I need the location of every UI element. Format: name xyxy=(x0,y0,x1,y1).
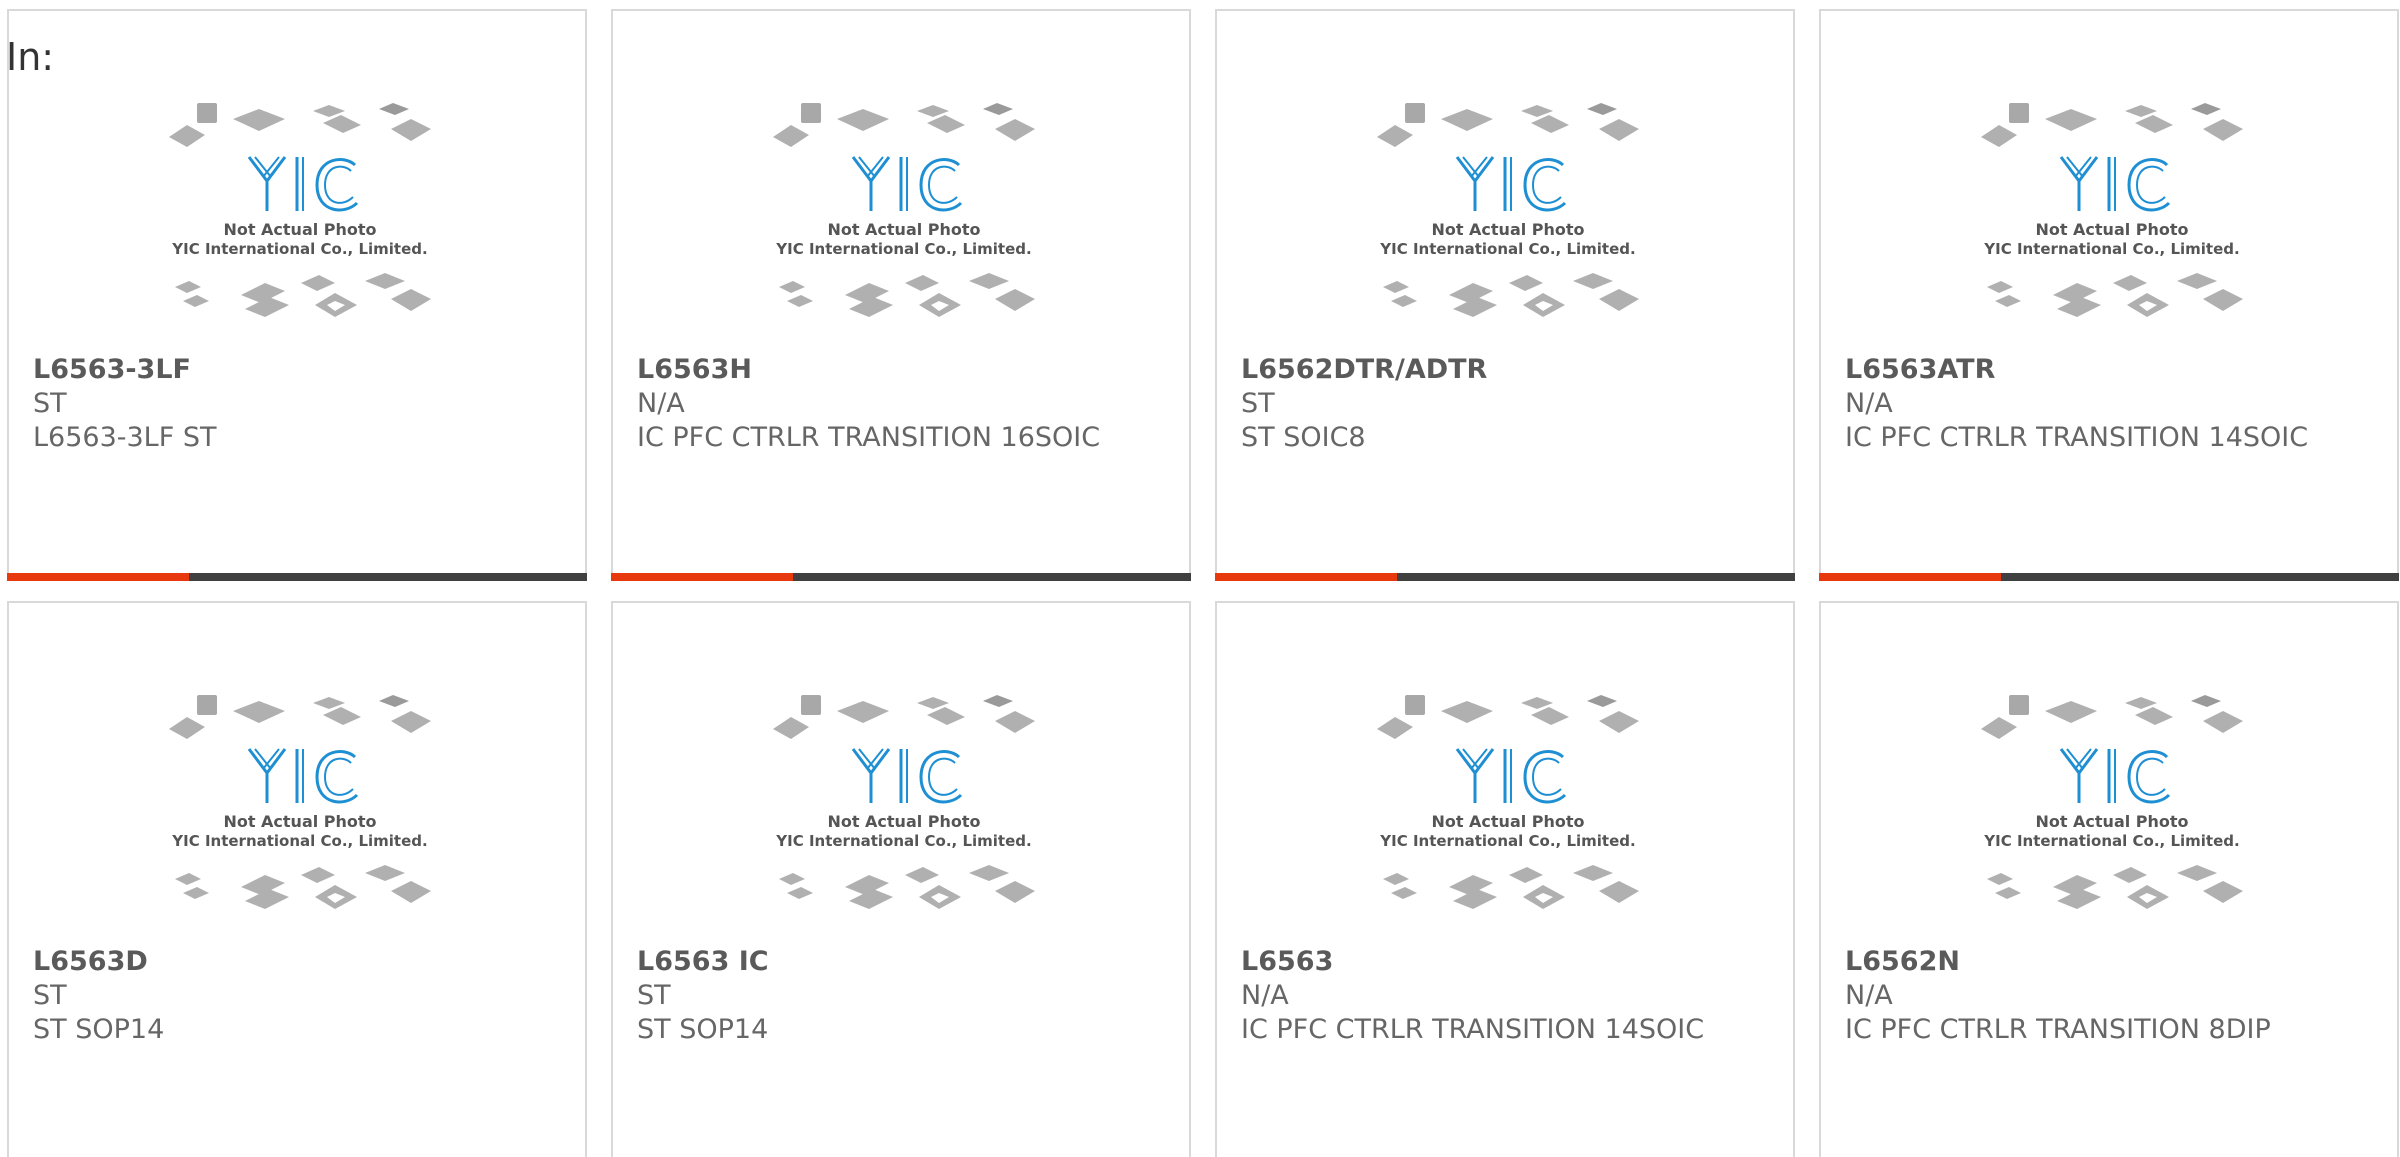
manufacturer: N/A xyxy=(1241,980,1289,1011)
chip-icons-bottom xyxy=(1383,865,1639,909)
product-info: L6563-3LF ST L6563-3LF ST xyxy=(33,353,553,455)
description: IC PFC CTRLR TRANSITION 16SOIC xyxy=(637,422,1101,453)
in-label: In: xyxy=(6,35,55,79)
product-card[interactable]: Not Actual Photo YIC International Co., … xyxy=(611,601,1191,1157)
product-info: L6563ATR N/A IC PFC CTRLR TRANSITION 14S… xyxy=(1845,353,2365,455)
chip-icons-bottom xyxy=(175,273,431,317)
product-card[interactable]: Not Actual Photo YIC International Co., … xyxy=(1819,601,2399,1157)
chip-icons-top xyxy=(1377,103,1639,147)
placeholder-line2: YIC International Co., Limited. xyxy=(1983,240,2239,258)
yic-logo-icon xyxy=(2059,748,2171,804)
yic-logo-icon xyxy=(851,156,963,212)
yic-logo-icon xyxy=(2059,156,2171,212)
manufacturer: ST xyxy=(1241,388,1275,419)
product-card[interactable]: Not Actual Photo YIC International Co., … xyxy=(1819,9,2399,581)
chip-icons-top xyxy=(773,695,1035,739)
chip-icons-top xyxy=(169,695,431,739)
placeholder-line2: YIC International Co., Limited. xyxy=(1379,832,1635,850)
product-card[interactable]: Not Actual Photo YIC International Co., … xyxy=(611,9,1191,581)
placeholder-line1: Not Actual Photo xyxy=(1431,220,1584,239)
placeholder-line1: Not Actual Photo xyxy=(223,812,376,831)
chip-icons-bottom xyxy=(779,865,1035,909)
part-number[interactable]: L6562DTR/ADTR xyxy=(1241,353,1761,387)
chip-icons-bottom xyxy=(1383,273,1639,317)
product-info: L6563H N/A IC PFC CTRLR TRANSITION 16SOI… xyxy=(637,353,1157,455)
yic-logo-icon xyxy=(1455,748,1567,804)
part-number[interactable]: L6563H xyxy=(637,353,1157,387)
part-number[interactable]: L6563D xyxy=(33,945,553,979)
yic-logo-icon xyxy=(1455,156,1567,212)
description: IC PFC CTRLR TRANSITION 14SOIC xyxy=(1241,1014,1705,1045)
description: L6563-3LF ST xyxy=(33,422,217,453)
product-info: L6563 N/A IC PFC CTRLR TRANSITION 14SOIC xyxy=(1241,945,1761,1047)
placeholder-image: Not Actual Photo YIC International Co., … xyxy=(169,695,431,909)
placeholder-line1: Not Actual Photo xyxy=(827,220,980,239)
placeholder-line1: Not Actual Photo xyxy=(223,220,376,239)
product-page: In: Not Actual Photo YIC International C… xyxy=(0,0,2400,1157)
placeholder-image: Not Actual Photo YIC International Co., … xyxy=(773,695,1035,909)
description: IC PFC CTRLR TRANSITION 14SOIC xyxy=(1845,422,2309,453)
description: ST SOP14 xyxy=(33,1014,165,1045)
placeholder-image: Not Actual Photo YIC International Co., … xyxy=(773,103,1035,317)
card-bottom-bar xyxy=(1215,573,1795,581)
placeholder-image: Not Actual Photo YIC International Co., … xyxy=(169,103,431,317)
placeholder-line2: YIC International Co., Limited. xyxy=(775,832,1031,850)
manufacturer: ST xyxy=(33,980,67,1011)
description: ST SOP14 xyxy=(637,1014,769,1045)
product-info: L6562N N/A IC PFC CTRLR TRANSITION 8DIP xyxy=(1845,945,2365,1047)
placeholder-line1: Not Actual Photo xyxy=(1431,812,1584,831)
product-info: L6562DTR/ADTR ST ST SOIC8 xyxy=(1241,353,1761,455)
chip-icons-top xyxy=(773,103,1035,147)
card-bottom-bar xyxy=(611,573,1191,581)
chip-icons-bottom xyxy=(1987,273,2243,317)
product-card[interactable]: Not Actual Photo YIC International Co., … xyxy=(7,601,587,1157)
placeholder-image: Not Actual Photo YIC International Co., … xyxy=(1981,103,2243,317)
chip-icons-top xyxy=(1981,695,2243,739)
part-number[interactable]: L6562N xyxy=(1845,945,2365,979)
card-bottom-bar xyxy=(7,573,587,581)
manufacturer: N/A xyxy=(637,388,685,419)
placeholder-line2: YIC International Co., Limited. xyxy=(775,240,1031,258)
placeholder-line1: Not Actual Photo xyxy=(827,812,980,831)
manufacturer: N/A xyxy=(1845,980,1893,1011)
placeholder-line2: YIC International Co., Limited. xyxy=(1379,240,1635,258)
part-number[interactable]: L6563 xyxy=(1241,945,1761,979)
manufacturer: ST xyxy=(637,980,671,1011)
chip-icons-bottom xyxy=(1987,865,2243,909)
chip-icons-top xyxy=(1981,103,2243,147)
description: IC PFC CTRLR TRANSITION 8DIP xyxy=(1845,1014,2271,1045)
placeholder-line2: YIC International Co., Limited. xyxy=(1983,832,2239,850)
product-info: L6563D ST ST SOP14 xyxy=(33,945,553,1047)
chip-icons-top xyxy=(169,103,431,147)
product-card[interactable]: Not Actual Photo YIC International Co., … xyxy=(1215,601,1795,1157)
yic-logo-icon xyxy=(851,748,963,804)
description: ST SOIC8 xyxy=(1241,422,1366,453)
product-card[interactable]: Not Actual Photo YIC International Co., … xyxy=(7,9,587,581)
placeholder-image: Not Actual Photo YIC International Co., … xyxy=(1981,695,2243,909)
product-card[interactable]: Not Actual Photo YIC International Co., … xyxy=(1215,9,1795,581)
chip-icons-bottom xyxy=(175,865,431,909)
placeholder-image: Not Actual Photo YIC International Co., … xyxy=(1377,695,1639,909)
placeholder-line1: Not Actual Photo xyxy=(2035,812,2188,831)
placeholder-line2: YIC International Co., Limited. xyxy=(171,832,427,850)
card-accent-bar xyxy=(1215,573,1397,581)
card-accent-bar xyxy=(1819,573,2001,581)
placeholder-image: Not Actual Photo YIC International Co., … xyxy=(1377,103,1639,317)
card-accent-bar xyxy=(611,573,793,581)
manufacturer: ST xyxy=(33,388,67,419)
yic-logo-icon xyxy=(247,748,359,804)
card-accent-bar xyxy=(7,573,189,581)
card-bottom-bar xyxy=(1819,573,2399,581)
chip-icons-top xyxy=(1377,695,1639,739)
yic-logo-icon xyxy=(247,156,359,212)
product-info: L6563 IC ST ST SOP14 xyxy=(637,945,1157,1047)
placeholder-line1: Not Actual Photo xyxy=(2035,220,2188,239)
placeholder-line2: YIC International Co., Limited. xyxy=(171,240,427,258)
manufacturer: N/A xyxy=(1845,388,1893,419)
product-grid: Not Actual Photo YIC International Co., … xyxy=(7,9,2399,1157)
part-number[interactable]: L6563-3LF xyxy=(33,353,553,387)
part-number[interactable]: L6563 IC xyxy=(637,945,1157,979)
part-number[interactable]: L6563ATR xyxy=(1845,353,2365,387)
chip-icons-bottom xyxy=(779,273,1035,317)
